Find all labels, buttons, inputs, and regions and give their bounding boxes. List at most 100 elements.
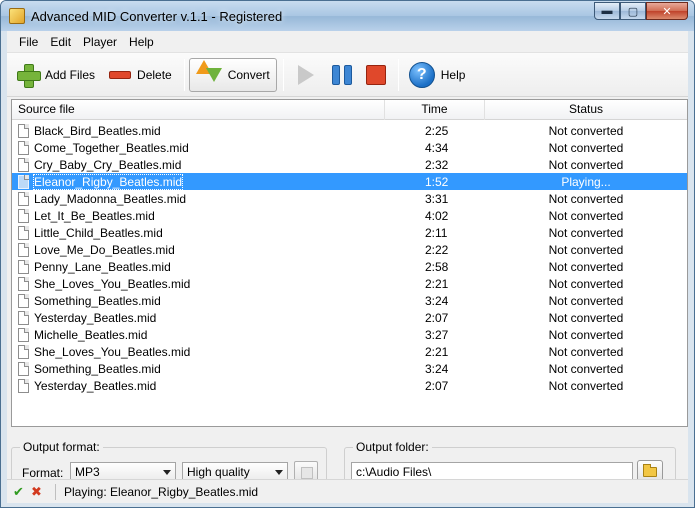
check-icon[interactable]: ✔ [13,484,31,500]
file-icon [18,378,29,393]
file-name: She_Loves_You_Beatles.mid [34,344,191,359]
cell-status: Not converted [548,259,624,274]
cell-source-file: Black_Bird_Beatles.mid [12,123,385,138]
toolbar-separator [282,58,284,91]
help-button[interactable]: ? Help [403,58,472,92]
table-row[interactable]: She_Loves_You_Beatles.mid 2:21 Not convert… [12,275,687,292]
format-value: MP3 [75,465,100,479]
cell-status: Not converted [548,123,624,138]
menu-help[interactable]: Help [123,35,160,49]
file-icon [18,208,29,223]
table-row[interactable]: Michelle_Beatles.mid 3:27 Not converted [12,326,687,343]
chevron-down-icon [163,470,171,475]
cell-source-file: Yesterday_Beatles.mid [12,378,385,393]
add-files-button[interactable]: Add Files [11,58,101,92]
play-button[interactable] [288,58,324,92]
table-row[interactable]: Something_Beatles.mid 3:24 Not converted [12,292,687,309]
cell-status: Not converted [548,344,624,359]
cell-status: Playing... [561,174,611,189]
cell-source-file: Something_Beatles.mid [12,293,385,308]
cell-time: 2:07 [425,378,449,393]
cell-time: 2:11 [425,225,448,240]
file-icon [18,276,29,291]
table-row[interactable]: Lady_Madonna_Beatles.mid 3:31 Not converte… [12,190,687,207]
delete-button[interactable]: Delete [103,58,178,92]
file-icon [18,174,29,189]
cancel-icon[interactable]: ✖ [31,484,49,500]
file-icon [18,310,29,325]
cell-source-file: Love_Me_Do_Beatles.mid [12,242,385,257]
file-icon [18,242,29,257]
table-row[interactable]: Penny_Lane_Beatles.mid 2:58 Not converted [12,258,687,275]
close-button[interactable]: ✕ [646,2,688,20]
table-row[interactable]: She_Loves_You_Beatles.mid 2:21 Not convert… [12,343,687,360]
table-row[interactable]: Love_Me_Do_Beatles.mid 2:22 Not converted [12,241,687,258]
cell-source-file: Let_It_Be_Beatles.mid [12,208,385,223]
status-separator [55,483,56,500]
file-name: Something_Beatles.mid [34,361,161,376]
cell-source-file: Little_Child_Beatles.mid [12,225,385,240]
file-icon [18,140,29,155]
folder-icon [643,464,657,477]
stop-icon [365,64,386,85]
menu-player[interactable]: Player [77,35,123,49]
cell-status: Not converted [548,293,624,308]
cell-status: Not converted [548,378,624,393]
output-folder-title: Output folder: [353,440,432,454]
file-icon [18,123,29,138]
table-row[interactable]: Let_It_Be_Beatles.mid 4:02 Not converted [12,207,687,224]
table-row[interactable]: Eleanor_Rigby_Beatles.mid 1:52 Playing... [12,173,687,190]
window-controls: ▬ ▢ ✕ [594,2,688,20]
table-row[interactable]: Cry_Baby_Cry_Beatles.mid 2:32 Not converte… [12,156,687,173]
file-name: Little_Child_Beatles.mid [34,225,163,240]
file-name: Lady_Madonna_Beatles.mid [34,191,187,206]
help-icon: ? [408,61,435,88]
table-row[interactable]: Little_Child_Beatles.mid 2:11 Not converte… [12,224,687,241]
file-icon [18,225,29,240]
cell-source-file: Come_Together_Beatles.mid [12,140,385,155]
cell-source-file: Something_Beatles.mid [12,361,385,376]
cell-source-file: Cry_Baby_Cry_Beatles.mid [12,157,385,172]
file-table: Source file Time Status Black_Bird_Beatl… [11,99,688,427]
cell-status: Not converted [548,310,624,325]
app-window: Advanced MID Converter v.1.1 - Registere… [0,0,695,508]
window-title: Advanced MID Converter v.1.1 - Registere… [31,8,283,24]
maximize-button[interactable]: ▢ [620,2,646,20]
cell-status: Not converted [548,225,624,240]
table-row[interactable]: Yesterday_Beatles.mid 2:07 Not converted [12,377,687,394]
column-time[interactable]: Time [385,100,485,120]
status-text: Playing: Eleanor_Rigby_Beatles.mid [64,484,259,499]
client-area: File Edit Player Help Add Files Delete C… [7,31,688,503]
play-icon [297,64,314,85]
table-row[interactable]: Come_Together_Beatles.mid 4:34 Not convert… [12,139,687,156]
file-name: Come_Together_Beatles.mid [34,140,189,155]
convert-button[interactable]: Convert [188,57,277,92]
cell-source-file: She_Loves_You_Beatles.mid [12,276,385,291]
cell-status: Not converted [548,191,624,206]
cell-source-file: Yesterday_Beatles.mid [12,310,385,325]
cell-source-file: Eleanor_Rigby_Beatles.mid [12,173,385,190]
file-name: She_Loves_You_Beatles.mid [34,276,191,291]
file-name: Yesterday_Beatles.mid [34,310,157,325]
file-icon [18,327,29,342]
table-row[interactable]: Yesterday_Beatles.mid 2:07 Not converted [12,309,687,326]
status-bar: ✔ ✖ Playing: Eleanor_Rigby_Beatles.mid [7,479,688,503]
minimize-button[interactable]: ▬ [594,2,620,20]
cell-time: 2:22 [425,242,449,257]
convert-label: Convert [227,67,270,82]
file-name: Something_Beatles.mid [34,293,161,308]
cell-time: 4:34 [425,140,449,155]
menu-edit[interactable]: Edit [44,35,77,49]
column-status[interactable]: Status [485,100,687,120]
menu-file[interactable]: File [13,35,44,49]
table-row[interactable]: Something_Beatles.mid 3:24 Not converted [12,360,687,377]
convert-icon [195,59,222,90]
quality-value: High quality [187,465,250,479]
column-source-file[interactable]: Source file [12,100,385,120]
cell-source-file: Penny_Lane_Beatles.mid [12,259,385,274]
app-icon [9,8,25,24]
stop-button[interactable] [360,58,392,92]
pause-button[interactable] [326,58,358,92]
title-bar[interactable]: Advanced MID Converter v.1.1 - Registere… [1,1,694,31]
table-row[interactable]: Black_Bird_Beatles.mid 2:25 Not converted [12,122,687,139]
